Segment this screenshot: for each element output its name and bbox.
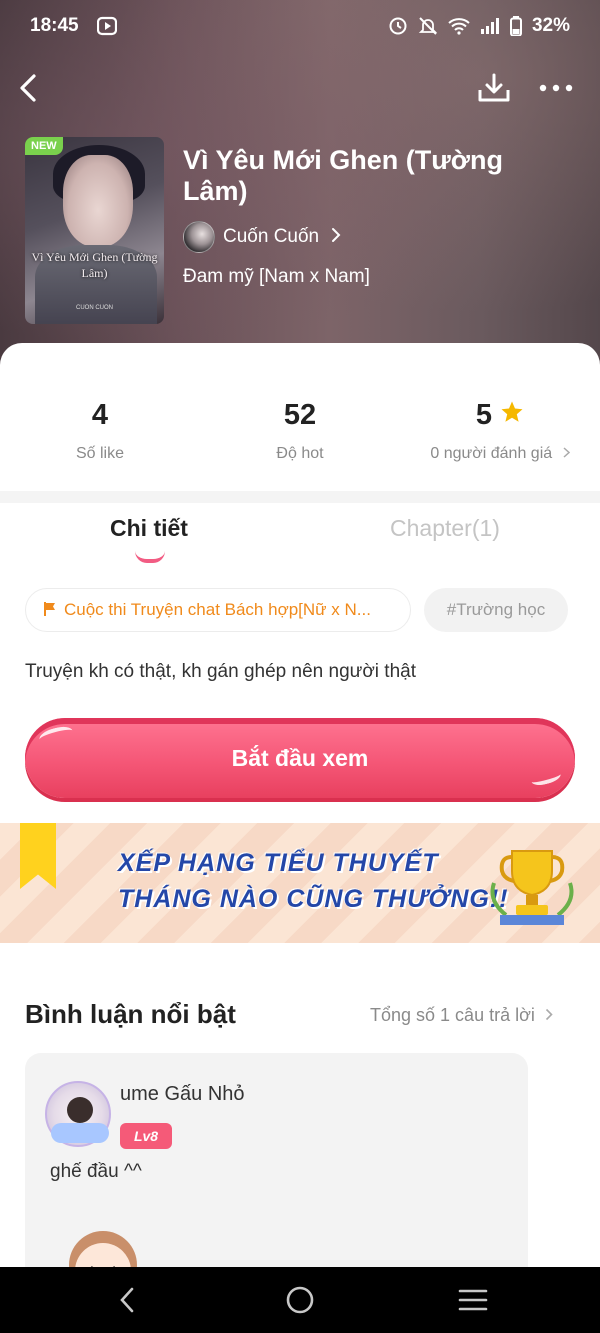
chevron-right-icon <box>545 1005 553 1026</box>
nav-home-button[interactable] <box>278 1278 322 1322</box>
stats-row: 4 Số like 52 Độ hot 5 0 người đánh giá <box>0 395 600 475</box>
avatar <box>183 221 215 253</box>
battery-level: 32% <box>531 15 570 36</box>
stat-hot: 52 Độ hot <box>200 395 400 463</box>
likes-label: Số like <box>75 445 125 462</box>
book-genre: Đam mỹ [Nam x Nam] <box>183 266 370 287</box>
author-link[interactable]: Cuốn Cuốn <box>183 221 341 253</box>
tab-indicator <box>135 551 165 563</box>
alarm-icon <box>388 16 408 36</box>
likes-count: 4 <box>91 399 109 431</box>
cover-author: CUON CUON <box>76 305 113 311</box>
comments-count: Tổng số 1 câu trả lời <box>370 1005 535 1025</box>
system-nav-bar <box>0 1267 600 1333</box>
star-icon <box>500 395 524 435</box>
mute-icon <box>418 16 438 36</box>
comments-title: Bình luận nổi bật <box>25 999 236 1029</box>
status-bar: 18:45 32% <box>0 0 600 52</box>
more-options-button[interactable] <box>534 66 578 110</box>
ranking-banner[interactable]: XẾP HẠNG TIỂU THUYẾT THÁNG NÀO CŨNG THƯỞ… <box>0 823 600 943</box>
more-icon <box>539 84 573 92</box>
wifi-icon <box>448 17 470 35</box>
battery-icon <box>509 16 522 36</box>
tab-details[interactable]: Chi tiết <box>110 515 188 542</box>
chevron-right-icon <box>563 446 570 461</box>
nav-menu-icon <box>458 1289 488 1311</box>
stat-likes: 4 Số like <box>0 395 200 463</box>
comment-username[interactable]: ume Gấu Nhỏ <box>120 1083 245 1106</box>
hot-label: Độ hot <box>276 445 324 462</box>
nav-recents-button[interactable] <box>451 1278 495 1322</box>
start-reading-button[interactable]: Bắt đầu xem <box>25 718 575 798</box>
bookmark-ribbon-icon <box>20 823 56 889</box>
contest-tag[interactable]: Cuộc thi Truyện chat Bách hợp[Nữ x N... <box>25 588 411 632</box>
back-icon <box>20 74 36 102</box>
nav-back-button[interactable] <box>105 1278 149 1322</box>
chevron-right-icon <box>331 227 341 248</box>
rating-label: 0 người đánh giá <box>430 445 553 462</box>
start-reading-label: Bắt đầu xem <box>231 744 369 771</box>
nav-home-icon <box>286 1286 314 1314</box>
download-button[interactable] <box>472 66 516 110</box>
avatar[interactable] <box>45 1081 111 1147</box>
book-description: Truyện kh có thật, kh gán ghép nên người… <box>25 661 417 682</box>
back-button[interactable] <box>8 66 48 110</box>
hot-count: 52 <box>283 399 317 431</box>
flag-icon <box>44 601 56 619</box>
stat-rating[interactable]: 5 0 người đánh giá <box>400 395 600 463</box>
section-divider <box>0 491 600 503</box>
nav-back-icon <box>120 1287 134 1313</box>
signal-icon <box>480 17 500 35</box>
tab-bar: Chi tiết Chapter(1) <box>0 515 600 575</box>
hashtag-pill[interactable]: #Trường học <box>424 588 568 632</box>
book-detail-card: 4 Số like 52 Độ hot 5 0 người đánh giá C <box>0 343 600 1333</box>
comments-count-link[interactable]: Tổng số 1 câu trả lời <box>370 1005 553 1026</box>
book-header: 18:45 32% Vì Yêu Mới Ghen (Tường Lâm) CU… <box>0 0 600 380</box>
tab-chapters[interactable]: Chapter(1) <box>390 515 500 542</box>
download-icon <box>478 73 510 102</box>
author-name: Cuốn Cuốn <box>223 226 320 247</box>
cover-title: Vì Yêu Mới Ghen (Tường Lâm) <box>31 250 158 280</box>
new-badge: NEW <box>25 137 63 155</box>
banner-line2: THÁNG NÀO CŨNG THƯỞNG!! <box>118 885 509 913</box>
banner-line1: XẾP HẠNG TIỂU THUYẾT <box>118 849 439 877</box>
book-title: Vì Yêu Mới Ghen (Tường Lâm) <box>183 145 503 206</box>
contest-tag-label: Cuộc thi Truyện chat Bách hợp[Nữ x N... <box>64 600 371 619</box>
book-cover[interactable]: Vì Yêu Mới Ghen (Tường Lâm) CUON CUON <box>25 137 164 324</box>
level-badge: Lv8 <box>120 1123 172 1149</box>
media-icon <box>96 16 117 36</box>
rating-value: 5 <box>475 399 493 431</box>
comment-text: ghế đầu ^^ <box>50 1161 142 1182</box>
trophy-icon <box>490 850 574 925</box>
status-time: 18:45 <box>30 15 79 36</box>
